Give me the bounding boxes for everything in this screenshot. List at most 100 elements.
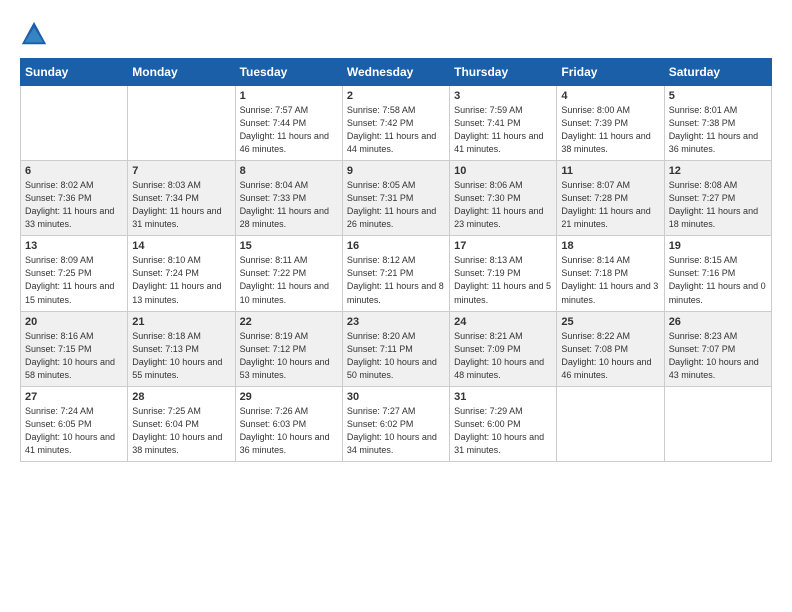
calendar-cell: 18Sunrise: 8:14 AM Sunset: 7:18 PM Dayli… [557,236,664,311]
day-info: Sunrise: 8:01 AM Sunset: 7:38 PM Dayligh… [669,104,767,156]
day-info: Sunrise: 7:25 AM Sunset: 6:04 PM Dayligh… [132,405,230,457]
calendar-week-row: 13 Sunrise: 8:09 AM Sunset: 7:25 PM Dayli… [21,236,772,311]
calendar-week-row: 1 Sunrise: 7:57 AM Sunset: 7:44 PM Daylig… [21,86,772,161]
day-number: 3 [454,90,552,102]
calendar-cell: 9 Sunrise: 8:05 AM Sunset: 7:31 PM Daylig… [342,161,449,236]
day-info: Sunrise: 8:10 AM Sunset: 7:24 PM Dayligh… [132,254,230,306]
day-number: 23 [347,316,445,328]
logo-icon [20,20,48,48]
day-info: Sunrise: 8:21 AM Sunset: 7:09 PM Dayligh… [454,330,552,382]
calendar-week-row: 27 Sunrise: 7:24 AM Sunset: 6:05 PM Dayli… [21,386,772,461]
day-info: Sunrise: 7:57 AM Sunset: 7:44 PM Dayligh… [240,104,338,156]
day-number: 6 [25,165,123,177]
day-number: 27 [25,391,123,403]
day-number: 1 [240,90,338,102]
weekday-header: Sunday [21,59,128,86]
page-header [20,20,772,48]
calendar-cell: 30 Sunrise: 7:27 AM Sunset: 6:02 PM Dayli… [342,386,449,461]
day-info: Sunrise: 8:20 AM Sunset: 7:11 PM Dayligh… [347,330,445,382]
day-number: 13 [25,240,123,252]
weekday-header: Saturday [664,59,771,86]
day-info: Sunrise: 8:19 AM Sunset: 7:12 PM Dayligh… [240,330,338,382]
logo [20,20,52,48]
day-number: 8 [240,165,338,177]
day-info: Sunrise: 8:07 AM Sunset: 7:28 PM Dayligh… [561,179,659,231]
day-info: Sunrise: 8:18 AM Sunset: 7:13 PM Dayligh… [132,330,230,382]
day-info: Sunrise: 8:13 AM Sunset: 7:19 PM Dayligh… [454,254,552,306]
calendar-cell: 6 Sunrise: 8:02 AM Sunset: 7:36 PM Daylig… [21,161,128,236]
day-number: 20 [25,316,123,328]
calendar-cell: 20 Sunrise: 8:16 AM Sunset: 7:15 PM Dayli… [21,311,128,386]
calendar-cell: 23 Sunrise: 8:20 AM Sunset: 7:11 PM Dayli… [342,311,449,386]
calendar-cell: 28Sunrise: 7:25 AM Sunset: 6:04 PM Dayli… [128,386,235,461]
calendar-cell [21,86,128,161]
day-number: 12 [669,165,767,177]
calendar-cell: 22 Sunrise: 8:19 AM Sunset: 7:12 PM Dayli… [235,311,342,386]
weekday-header: Wednesday [342,59,449,86]
day-info: Sunrise: 7:59 AM Sunset: 7:41 PM Dayligh… [454,104,552,156]
day-number: 7 [132,165,230,177]
calendar-cell: 10Sunrise: 8:06 AM Sunset: 7:30 PM Dayli… [450,161,557,236]
day-info: Sunrise: 8:08 AM Sunset: 7:27 PM Dayligh… [669,179,767,231]
weekday-header-row: SundayMondayTuesdayWednesdayThursdayFrid… [21,59,772,86]
day-info: Sunrise: 8:05 AM Sunset: 7:31 PM Dayligh… [347,179,445,231]
weekday-header: Monday [128,59,235,86]
calendar-cell: 1 Sunrise: 7:57 AM Sunset: 7:44 PM Daylig… [235,86,342,161]
day-info: Sunrise: 8:23 AM Sunset: 7:07 PM Dayligh… [669,330,767,382]
day-number: 31 [454,391,552,403]
calendar-cell: 16 Sunrise: 8:12 AM Sunset: 7:21 PM Dayli… [342,236,449,311]
day-info: Sunrise: 7:24 AM Sunset: 6:05 PM Dayligh… [25,405,123,457]
calendar-cell [664,386,771,461]
day-info: Sunrise: 8:02 AM Sunset: 7:36 PM Dayligh… [25,179,123,231]
day-number: 26 [669,316,767,328]
day-number: 25 [561,316,659,328]
calendar-cell: 17 Sunrise: 8:13 AM Sunset: 7:19 PM Dayli… [450,236,557,311]
calendar-cell: 8 Sunrise: 8:04 AM Sunset: 7:33 PM Daylig… [235,161,342,236]
day-info: Sunrise: 8:09 AM Sunset: 7:25 PM Dayligh… [25,254,123,306]
day-number: 4 [561,90,659,102]
day-number: 16 [347,240,445,252]
day-info: Sunrise: 7:26 AM Sunset: 6:03 PM Dayligh… [240,405,338,457]
calendar-cell: 27 Sunrise: 7:24 AM Sunset: 6:05 PM Dayli… [21,386,128,461]
day-info: Sunrise: 7:27 AM Sunset: 6:02 PM Dayligh… [347,405,445,457]
calendar-cell: 26 Sunrise: 8:23 AM Sunset: 7:07 PM Dayli… [664,311,771,386]
calendar-cell: 31 Sunrise: 7:29 AM Sunset: 6:00 PM Dayli… [450,386,557,461]
calendar-cell: 21 Sunrise: 8:18 AM Sunset: 7:13 PM Dayli… [128,311,235,386]
weekday-header: Friday [557,59,664,86]
calendar-cell: 7Sunrise: 8:03 AM Sunset: 7:34 PM Daylig… [128,161,235,236]
day-number: 9 [347,165,445,177]
day-info: Sunrise: 7:29 AM Sunset: 6:00 PM Dayligh… [454,405,552,457]
day-number: 29 [240,391,338,403]
day-number: 22 [240,316,338,328]
weekday-header: Tuesday [235,59,342,86]
day-info: Sunrise: 8:06 AM Sunset: 7:30 PM Dayligh… [454,179,552,231]
day-number: 30 [347,391,445,403]
calendar-cell: 15Sunrise: 8:11 AM Sunset: 7:22 PM Dayli… [235,236,342,311]
calendar-cell: 3 Sunrise: 7:59 AM Sunset: 7:41 PM Daylig… [450,86,557,161]
day-info: Sunrise: 8:16 AM Sunset: 7:15 PM Dayligh… [25,330,123,382]
calendar-week-row: 6 Sunrise: 8:02 AM Sunset: 7:36 PM Daylig… [21,161,772,236]
day-number: 24 [454,316,552,328]
day-number: 11 [561,165,659,177]
calendar-cell: 4Sunrise: 8:00 AM Sunset: 7:39 PM Daylig… [557,86,664,161]
day-info: Sunrise: 8:11 AM Sunset: 7:22 PM Dayligh… [240,254,338,306]
calendar-cell: 29 Sunrise: 7:26 AM Sunset: 6:03 PM Dayli… [235,386,342,461]
day-number: 19 [669,240,767,252]
calendar-cell: 19 Sunrise: 8:15 AM Sunset: 7:16 PM Dayli… [664,236,771,311]
day-info: Sunrise: 8:14 AM Sunset: 7:18 PM Dayligh… [561,254,659,306]
day-info: Sunrise: 8:15 AM Sunset: 7:16 PM Dayligh… [669,254,767,306]
weekday-header: Thursday [450,59,557,86]
day-number: 17 [454,240,552,252]
calendar-cell: 24 Sunrise: 8:21 AM Sunset: 7:09 PM Dayli… [450,311,557,386]
calendar-cell [128,86,235,161]
calendar-cell [557,386,664,461]
day-number: 21 [132,316,230,328]
day-number: 14 [132,240,230,252]
calendar-cell: 2Sunrise: 7:58 AM Sunset: 7:42 PM Daylig… [342,86,449,161]
day-info: Sunrise: 8:12 AM Sunset: 7:21 PM Dayligh… [347,254,445,306]
day-info: Sunrise: 7:58 AM Sunset: 7:42 PM Dayligh… [347,104,445,156]
day-number: 5 [669,90,767,102]
day-info: Sunrise: 8:04 AM Sunset: 7:33 PM Dayligh… [240,179,338,231]
calendar-week-row: 20 Sunrise: 8:16 AM Sunset: 7:15 PM Dayli… [21,311,772,386]
calendar-cell: 5 Sunrise: 8:01 AM Sunset: 7:38 PM Daylig… [664,86,771,161]
